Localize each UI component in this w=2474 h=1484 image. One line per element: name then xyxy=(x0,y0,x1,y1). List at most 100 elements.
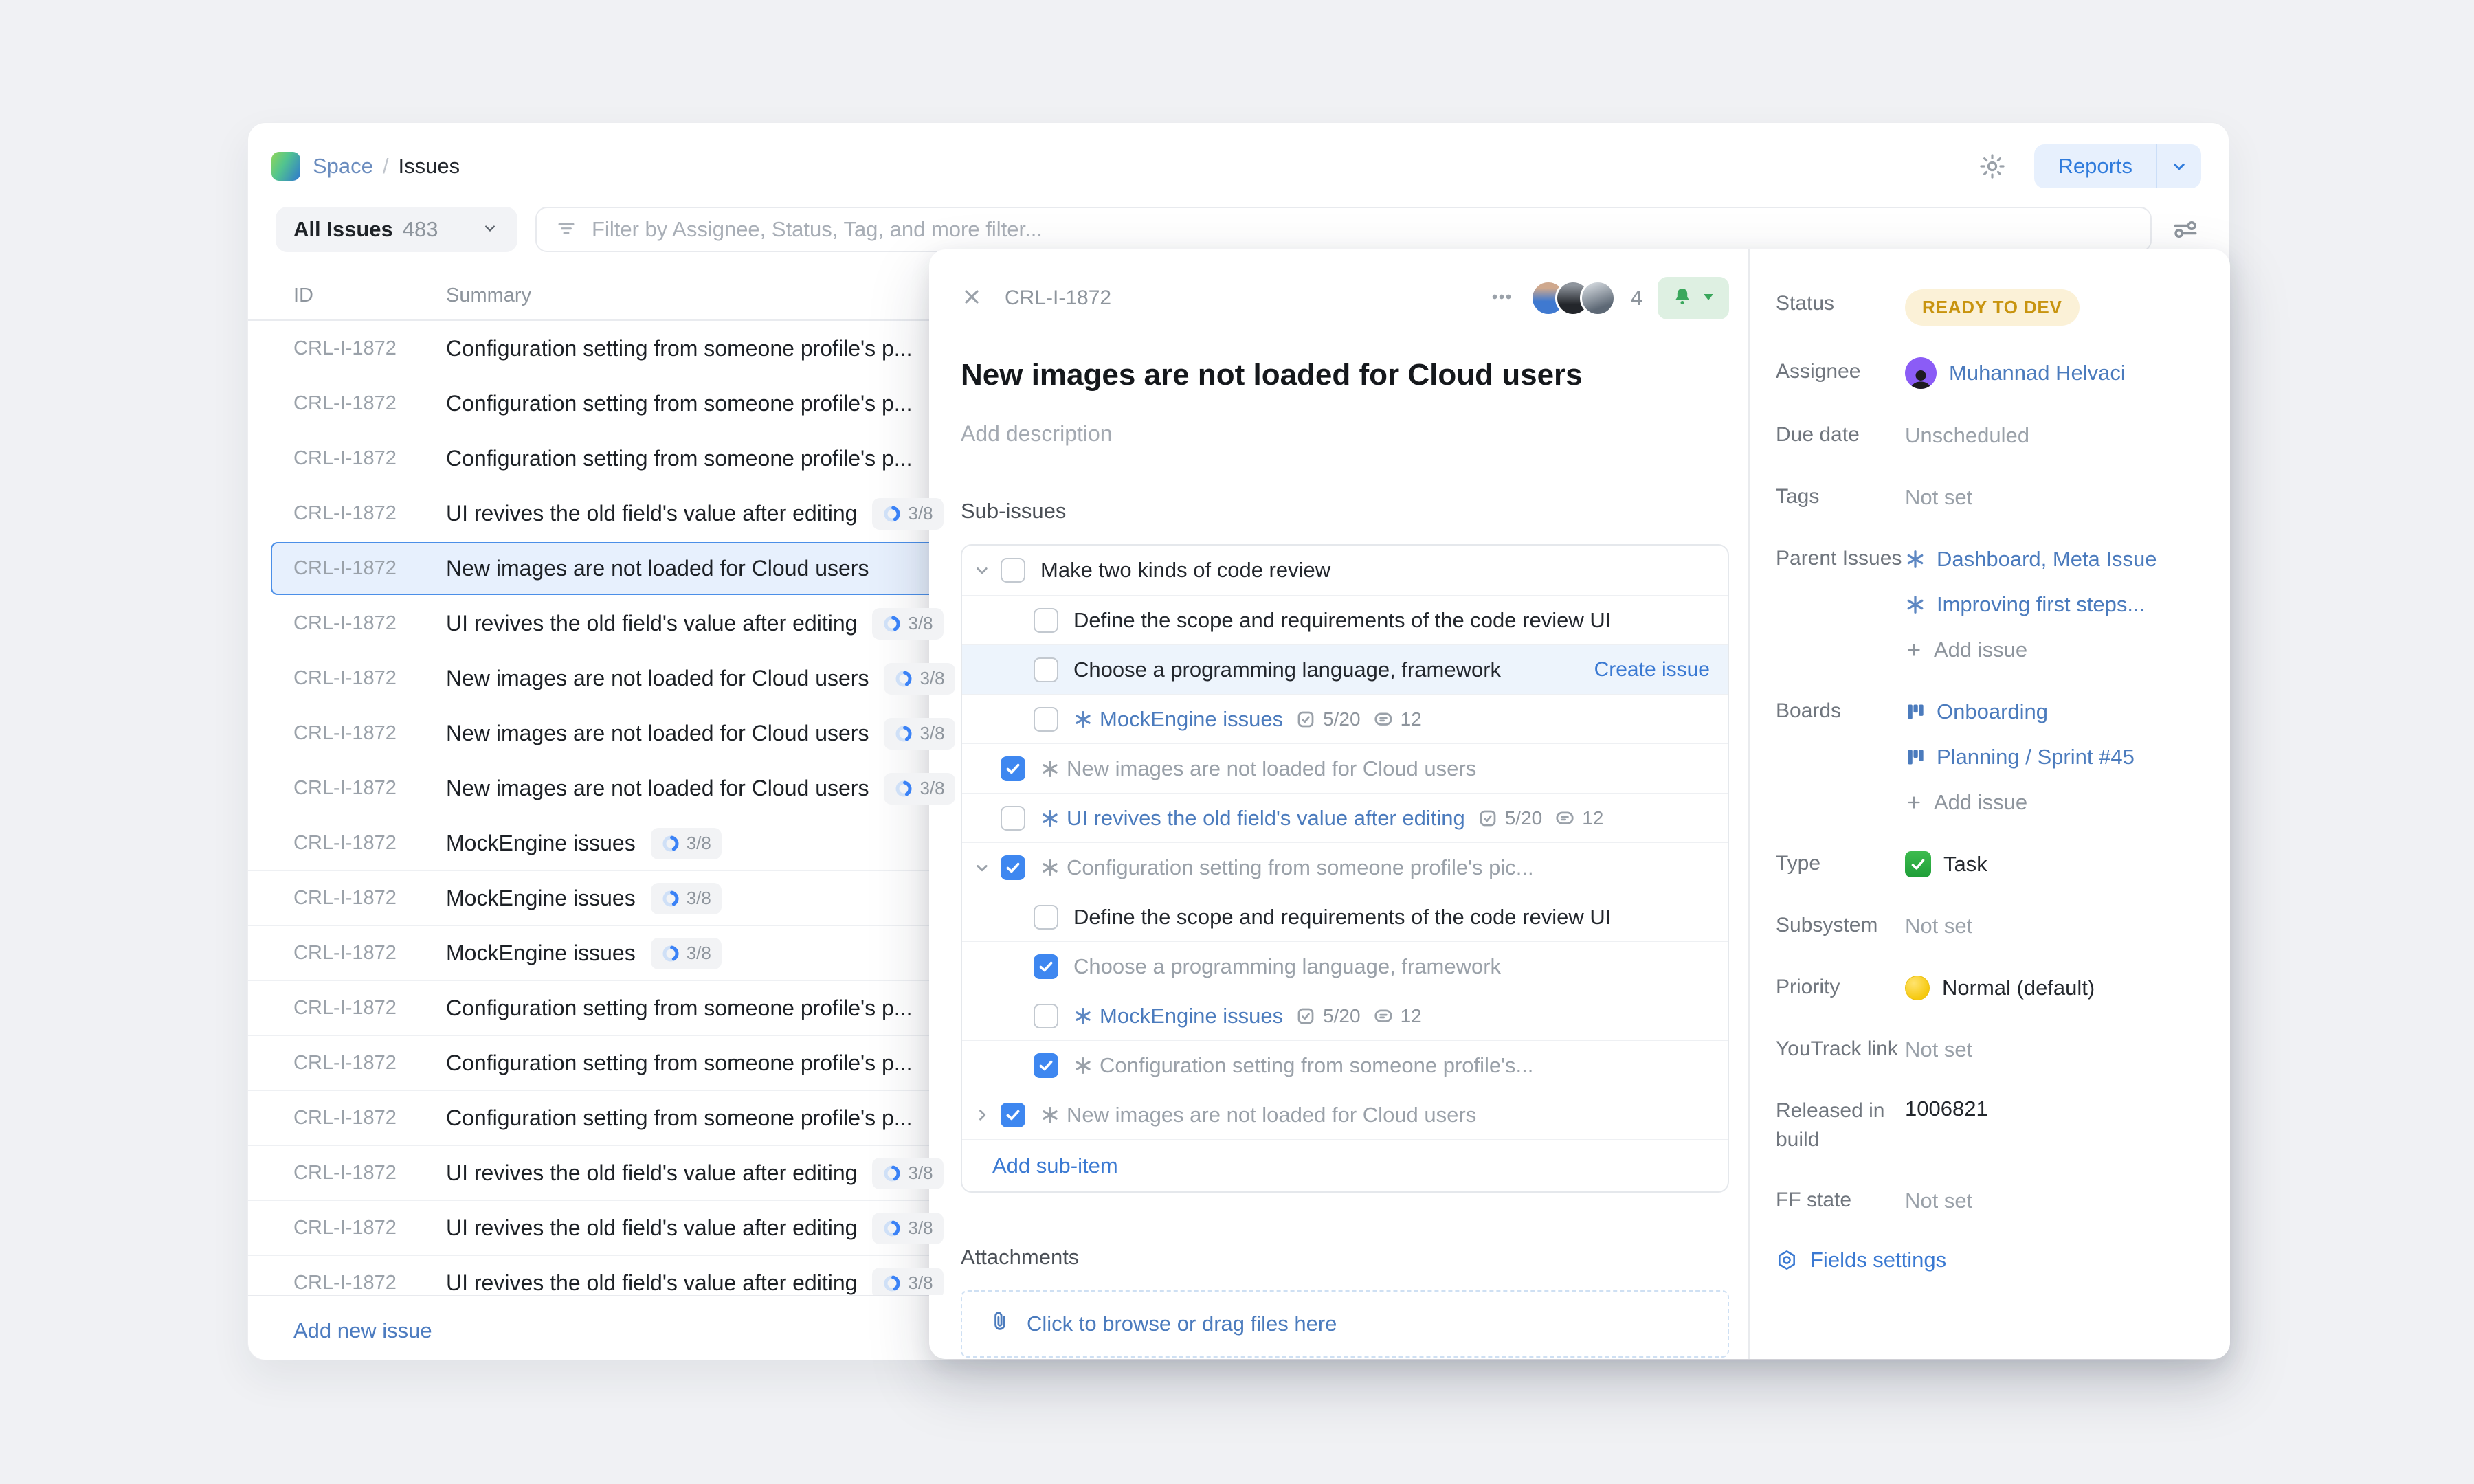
description-placeholder[interactable]: Add description xyxy=(961,421,1729,447)
subissue-row[interactable]: MockEngine issues 5/20 12 xyxy=(962,991,1728,1040)
subissue-title[interactable]: Configuration setting from someone profi… xyxy=(1067,855,1534,880)
subissue-title[interactable]: Define the scope and requirements of the… xyxy=(1073,608,1611,633)
breadcrumb-space[interactable]: Space xyxy=(313,154,373,179)
add-subitem-link[interactable]: Add sub-item xyxy=(992,1154,1118,1178)
ff-state-value[interactable]: Not set xyxy=(1905,1189,1972,1213)
subissue-title[interactable]: Choose a programming language, framework xyxy=(1073,657,1501,682)
subissue-checkbox[interactable] xyxy=(1034,1004,1058,1028)
column-summary[interactable]: Summary xyxy=(446,284,531,307)
expander-icon[interactable] xyxy=(972,1105,1001,1125)
subissue-title[interactable]: New images are not loaded for Cloud user… xyxy=(1067,756,1476,781)
fields-settings-link[interactable]: Fields settings xyxy=(1776,1248,2209,1272)
progress-spinner-icon xyxy=(882,504,902,524)
board-link[interactable]: Onboarding xyxy=(1905,697,2135,727)
progress-spinner-icon xyxy=(882,1274,902,1293)
subissue-row[interactable]: Choose a programming language, framework xyxy=(962,941,1728,991)
subissue-title[interactable]: Choose a programming language, framework xyxy=(1073,954,1501,979)
attachments-dropzone[interactable]: Click to browse or drag files here xyxy=(961,1290,1729,1358)
reports-button[interactable]: Reports xyxy=(2034,144,2201,188)
subissue-title[interactable]: Make two kinds of code review xyxy=(1040,558,1330,583)
subissue-title[interactable]: Define the scope and requirements of the… xyxy=(1073,905,1611,930)
chevron-down-icon[interactable] xyxy=(2157,156,2201,177)
add-board-button[interactable]: Add issue xyxy=(1905,787,2135,818)
subissue-checkbox[interactable] xyxy=(1001,1103,1025,1127)
tags-value[interactable]: Not set xyxy=(1905,485,1972,510)
subissue-checkbox[interactable] xyxy=(1034,608,1058,633)
subissue-checkbox[interactable] xyxy=(1001,855,1025,880)
create-issue-link[interactable]: Create issue xyxy=(1594,658,1710,682)
issue-row-id: CRL-I-1872 xyxy=(293,1052,446,1075)
sliders-icon[interactable] xyxy=(2170,214,2201,245)
issue-row-id: CRL-I-1872 xyxy=(293,612,446,635)
check-square-icon xyxy=(1295,1006,1316,1026)
subissue-row[interactable]: Configuration setting from someone profi… xyxy=(962,1040,1728,1090)
field-label: Type xyxy=(1776,849,1905,879)
column-id[interactable]: ID xyxy=(293,284,446,307)
watchers-avatars[interactable] xyxy=(1530,280,1616,316)
progress-spinner-icon xyxy=(882,1219,902,1238)
issue-row-id: CRL-I-1872 xyxy=(293,1162,446,1184)
subissue-checkbox[interactable] xyxy=(1034,657,1058,682)
subissue-row[interactable]: Make two kinds of code review xyxy=(962,546,1728,595)
subissue-row[interactable]: New images are not loaded for Cloud user… xyxy=(962,1090,1728,1139)
breadcrumb-separator: / xyxy=(383,154,389,179)
subissue-row[interactable]: Choose a programming language, framework… xyxy=(962,644,1728,694)
subissue-row[interactable]: MockEngine issues 5/20 12 xyxy=(962,694,1728,743)
check-emoji-icon xyxy=(1905,851,1931,877)
subissue-title[interactable]: Configuration setting from someone profi… xyxy=(1100,1053,1533,1078)
subissue-row[interactable]: Define the scope and requirements of the… xyxy=(962,892,1728,941)
subissue-checkbox[interactable] xyxy=(1034,707,1058,732)
expander-icon[interactable] xyxy=(972,560,1001,581)
subsystem-value[interactable]: Not set xyxy=(1905,914,1972,938)
assignee-link[interactable]: Muhannad Helvaci xyxy=(1949,361,2126,385)
released-in-build-value[interactable]: 1006821 xyxy=(1905,1097,1988,1121)
progress-badge: 3/8 xyxy=(651,938,722,969)
issue-row-summary: Configuration setting from someone profi… xyxy=(446,446,912,471)
status-badge[interactable]: READY TO DEV xyxy=(1905,289,2080,326)
field-priority: Priority Normal (default) xyxy=(1776,973,2209,1003)
parent-issue-link[interactable]: Improving first steps... xyxy=(1905,589,2157,620)
board-link[interactable]: Planning / Sprint #45 xyxy=(1905,742,2135,772)
add-subitem-row[interactable]: Add sub-item xyxy=(962,1139,1728,1191)
close-icon[interactable] xyxy=(961,286,983,311)
search-input[interactable]: Filter by Assignee, Status, Tag, and mor… xyxy=(535,207,2152,252)
issue-row-summary: Configuration setting from someone profi… xyxy=(446,996,912,1021)
subissue-checkbox[interactable] xyxy=(1001,806,1025,831)
parent-issue-link[interactable]: Dashboard, Meta Issue xyxy=(1905,544,2157,574)
subissue-title[interactable]: MockEngine issues xyxy=(1100,707,1283,732)
subissue-row[interactable]: Define the scope and requirements of the… xyxy=(962,595,1728,644)
subissue-title[interactable]: MockEngine issues xyxy=(1100,1004,1283,1028)
subissue-checkbox[interactable] xyxy=(1001,756,1025,781)
subtask-icon xyxy=(1040,858,1060,877)
subissue-checkbox[interactable] xyxy=(1001,558,1025,583)
field-label: Status xyxy=(1776,289,1905,326)
gear-icon[interactable] xyxy=(1978,152,2007,181)
notifications-button[interactable] xyxy=(1658,277,1729,319)
subissue-checkbox[interactable] xyxy=(1034,954,1058,979)
subissue-row[interactable]: Configuration setting from someone profi… xyxy=(962,842,1728,892)
expander-icon[interactable] xyxy=(972,857,1001,878)
progress-spinner-icon xyxy=(661,889,680,908)
more-icon[interactable] xyxy=(1488,283,1515,314)
add-parent-issue-button[interactable]: Add issue xyxy=(1905,635,2157,665)
field-label: Released in build xyxy=(1776,1097,1905,1154)
fields-sidebar: Status READY TO DEV Assignee Muhannad He… xyxy=(1748,249,2230,1359)
breadcrumb-page: Issues xyxy=(399,154,460,179)
add-new-issue-link[interactable]: Add new issue xyxy=(293,1318,432,1342)
progress-badge: 3/8 xyxy=(884,773,955,805)
subissue-meta: 5/20 12 xyxy=(1295,1005,1422,1027)
avatar xyxy=(1580,280,1616,316)
type-value[interactable]: Task xyxy=(1943,852,1987,877)
priority-value[interactable]: Normal (default) xyxy=(1942,976,2095,1000)
subissue-title[interactable]: New images are not loaded for Cloud user… xyxy=(1067,1103,1476,1127)
due-date-value[interactable]: Unscheduled xyxy=(1905,423,2029,448)
youtrack-link-value[interactable]: Not set xyxy=(1905,1037,1972,1062)
field-parent-issues: Parent Issues Dashboard, Meta Issue Impr… xyxy=(1776,544,2209,665)
subissue-row[interactable]: New images are not loaded for Cloud user… xyxy=(962,743,1728,793)
subissue-row[interactable]: UI revives the old field's value after e… xyxy=(962,793,1728,842)
subissue-checkbox[interactable] xyxy=(1034,1053,1058,1078)
scope-select[interactable]: All Issues 483 xyxy=(276,207,517,252)
issue-title[interactable]: New images are not loaded for Cloud user… xyxy=(961,358,1729,392)
subissue-title[interactable]: UI revives the old field's value after e… xyxy=(1067,806,1465,831)
subissue-checkbox[interactable] xyxy=(1034,905,1058,930)
